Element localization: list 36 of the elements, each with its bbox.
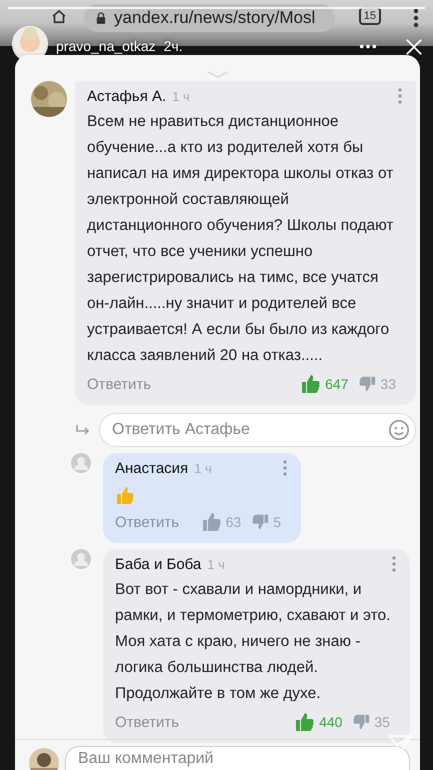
comment-time: 1 ч: [194, 460, 213, 476]
comment-author[interactable]: Астафья А.: [87, 88, 166, 104]
dislike-count: 5: [273, 514, 281, 530]
thumbs-down-icon[interactable]: [358, 375, 376, 393]
home-icon[interactable]: [50, 8, 68, 26]
comment-time: 1 ч: [207, 556, 226, 572]
reply-arrow-icon: [75, 424, 91, 436]
like-count: 647: [325, 376, 348, 392]
comment-author[interactable]: Анастасия: [115, 460, 188, 476]
more-icon[interactable]: [359, 44, 377, 48]
more-icon[interactable]: [413, 8, 419, 28]
thumbs-up-icon[interactable]: [202, 512, 222, 532]
comment-author[interactable]: Баба и Боба: [115, 556, 202, 572]
lock-icon: [96, 12, 106, 24]
username[interactable]: pravo_na_otkaz: [56, 38, 156, 54]
like-count: 440: [319, 714, 342, 730]
comment-text: Вот вот - схавали и намордники, и рамки, и термометрию, схавают и это. Моя хата с краю, ничего не знаю - логика большинства людей. Продолжайте в том же духе.: [115, 580, 392, 704]
like-count: 63: [226, 514, 242, 530]
comment-field[interactable]: Ваш комментарий: [65, 746, 410, 770]
dislike-count: 33: [380, 376, 396, 392]
smiley-icon[interactable]: [388, 419, 410, 441]
thumbs-up-icon[interactable]: [295, 712, 316, 732]
story-time: 2ч.: [164, 38, 184, 54]
comment-text: Всем не нравиться дистанционное обучение...а кто из родителей хотя бы написал на имя директора школы отказ от электронной составляющей дистанционного обучения? Школы подают отчет, что все ученики успешно зарегистрировались на тимс, все учатся он-лайн.....ну значит и родителей все устраивается! А если бы было из каждого класса заявлений 20 на отказ.....: [87, 112, 394, 366]
thumbs-up-emoji-icon: [115, 485, 135, 505]
avatar-icon: [71, 453, 91, 473]
url-text: yandex.ru/news/story/Mosl: [114, 8, 316, 28]
dislike-count: 35: [374, 714, 390, 730]
avatar-icon: [71, 549, 91, 569]
thumbs-down-icon[interactable]: [352, 713, 370, 731]
reply-field[interactable]: Ответить Астафье: [99, 413, 416, 447]
close-icon[interactable]: [405, 38, 423, 56]
thumbs-down-icon[interactable]: [251, 513, 270, 531]
chevron-down-icon[interactable]: [206, 71, 230, 79]
thumbs-up-icon[interactable]: [301, 374, 322, 394]
comment-time: 1 ч: [172, 88, 191, 104]
